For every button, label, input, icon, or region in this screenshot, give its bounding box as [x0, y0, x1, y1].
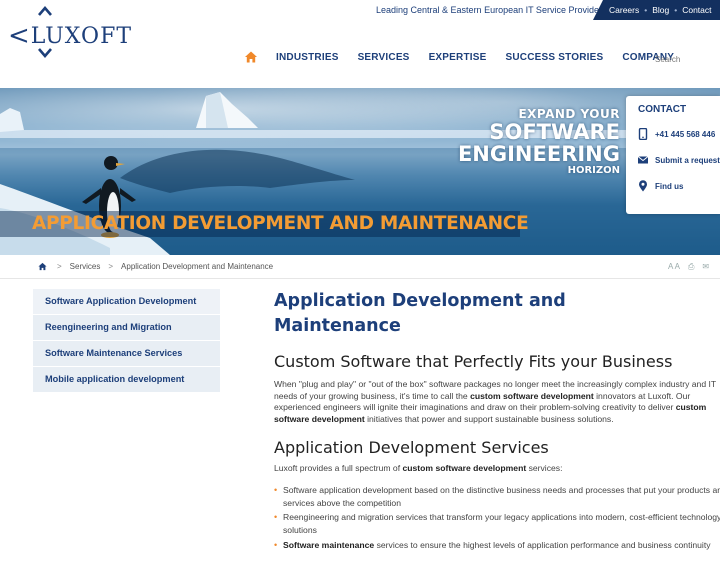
page-tools: A A ⎙ ✉	[668, 262, 709, 272]
link-separator: •	[644, 5, 648, 15]
nav-industries[interactable]: INDUSTRIES	[276, 52, 339, 63]
banner-page-title: APPLICATION DEVELOPMENT AND MAINTENANCE	[0, 211, 529, 237]
intro-paragraph: When "plug and play" or "out of the box"…	[274, 379, 716, 424]
slogan-line-4: HORIZON	[567, 165, 620, 176]
list-item: • Software maintenance services to ensure…	[274, 539, 711, 550]
sidebar-item-software-application-development[interactable]: Software Application Development	[33, 289, 220, 315]
sidebar-nav: Software Application Development Reengin…	[33, 289, 220, 393]
section-heading-custom-software: Custom Software that Perfectly Fits your…	[274, 352, 673, 371]
logo-text: <LUXOFT	[8, 21, 133, 51]
list-item: • Software application development based …	[274, 484, 720, 508]
home-icon[interactable]	[38, 262, 47, 271]
breadcrumb-separator: >	[108, 262, 114, 271]
site-header: <LUXOFT Leading Central & Eastern Europe…	[0, 0, 720, 88]
print-icon[interactable]: ⎙	[688, 262, 694, 272]
slogan-line-3: ENGINEERING	[457, 142, 620, 166]
sidebar-item-mobile-development[interactable]: Mobile application development	[33, 367, 220, 393]
breadcrumb-bar: > Services > Application Development and…	[0, 255, 720, 279]
search-input[interactable]	[655, 52, 720, 66]
breadcrumb-current: Application Development and Maintenance	[121, 262, 274, 271]
phone-icon	[638, 128, 648, 140]
contact-link[interactable]: Contact	[682, 5, 711, 15]
hero-banner: EXPAND YOUR SOFTWARE ENGINEERING HORIZON…	[0, 88, 720, 255]
contact-phone[interactable]: +41 445 568 446	[638, 127, 720, 141]
envelope-icon	[638, 156, 648, 164]
bullet-icon: •	[274, 539, 278, 550]
contact-panel: CONTACT +41 445 568 446 Submit a request…	[626, 96, 720, 214]
map-pin-icon	[639, 180, 647, 192]
email-share-icon[interactable]: ✉	[702, 262, 709, 272]
chevron-down-icon	[38, 48, 52, 58]
home-icon[interactable]	[244, 50, 258, 64]
page-heading: Application Development and Maintenance	[274, 291, 566, 336]
nav-success-stories[interactable]: SUCCESS STORIES	[506, 52, 604, 63]
sidebar-item-software-maintenance[interactable]: Software Maintenance Services	[33, 341, 220, 367]
main-nav: INDUSTRIES SERVICES EXPERTISE SUCCESS ST…	[244, 50, 693, 64]
contact-title: CONTACT	[638, 104, 687, 115]
link-separator: •	[674, 5, 678, 15]
bullet-icon: •	[274, 512, 278, 523]
contact-find-us[interactable]: Find us	[638, 179, 720, 193]
breadcrumb-separator: >	[57, 262, 62, 271]
services-list: • Software application development based …	[274, 484, 720, 552]
luxoft-logo[interactable]: <LUXOFT	[8, 4, 131, 62]
contact-phone-number: +41 445 568 446	[655, 129, 716, 139]
tagline: Leading Central & Eastern European IT Se…	[376, 5, 602, 15]
breadcrumb: > Services > Application Development and…	[38, 262, 273, 271]
slogan-line-2: SOFTWARE	[489, 120, 620, 144]
services-intro: Luxoft provides a full spectrum of custo…	[274, 463, 563, 474]
contact-find-label: Find us	[655, 181, 684, 191]
section-heading-services: Application Development Services	[274, 438, 549, 458]
sidebar-item-reengineering-migration[interactable]: Reengineering and Migration	[33, 315, 220, 341]
top-links-bar: Careers • Blog • Contact	[593, 0, 720, 20]
breadcrumb-services[interactable]: Services	[70, 262, 101, 271]
chevron-up-icon	[38, 6, 52, 16]
blog-link[interactable]: Blog	[652, 5, 669, 15]
careers-link[interactable]: Careers	[609, 5, 639, 15]
contact-submit-request[interactable]: Submit a request	[638, 153, 720, 167]
bullet-icon: •	[274, 484, 278, 495]
contact-submit-label: Submit a request	[655, 155, 720, 165]
nav-expertise[interactable]: EXPERTISE	[429, 52, 487, 63]
main-content: Application Development and Maintenance …	[274, 289, 720, 576]
banner-slogan: EXPAND YOUR SOFTWARE ENGINEERING HORIZON	[457, 108, 620, 177]
list-item: • Reengineering and migration services th…	[274, 512, 720, 536]
font-size-icon[interactable]: A A	[668, 262, 680, 272]
nav-services[interactable]: SERVICES	[358, 52, 410, 63]
